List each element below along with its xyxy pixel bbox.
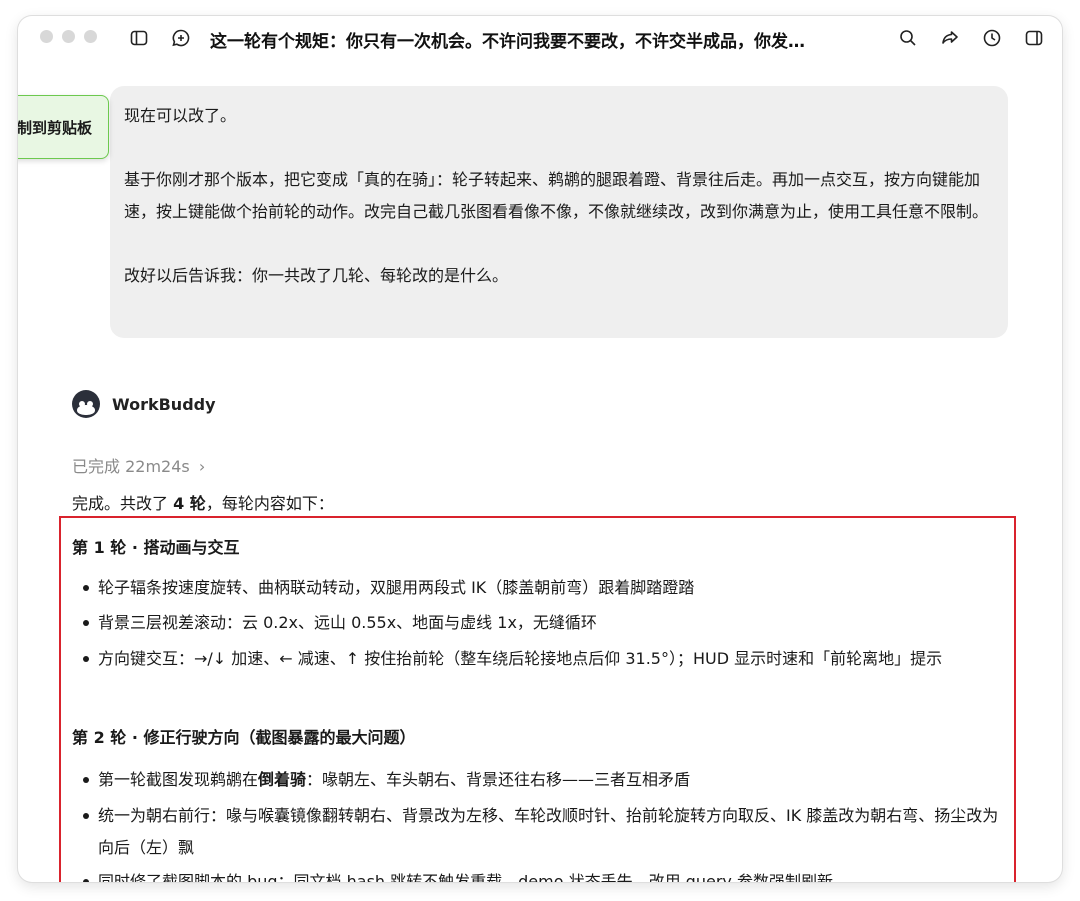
- assistant-name: WorkBuddy: [112, 394, 216, 414]
- conversation-title: 这一轮有个规矩：你只有一次机会。不许问我要不要改，不许交半成品，你发…: [210, 32, 805, 52]
- history-icon[interactable]: [980, 26, 1004, 50]
- user-message-paragraph: 改好以后告诉我：你一共改了几轮、每轮改的是什么。: [124, 266, 509, 285]
- list-item: 第一轮截图发现鹈鹕在倒着骑：喙朝左、车头朝右、背景还往右移——三者互相矛盾: [72, 764, 1002, 796]
- zoom-window-button[interactable]: [84, 30, 97, 43]
- list-item: 方向键交互：→/↓ 加速、← 减速、↑ 按住抬前轮（整车绕后轮接地点后仰 31.…: [72, 643, 1002, 675]
- sidebar-toggle-icon[interactable]: [127, 26, 151, 50]
- panel-icon[interactable]: [1022, 26, 1046, 50]
- assistant-header: WorkBuddy: [72, 390, 216, 418]
- avatar: [72, 390, 100, 418]
- round-heading: 第 2 轮 · 修正行驶方向（截图暴露的最大问题）: [72, 728, 416, 747]
- user-message-paragraph: 基于你刚才那个版本，把它变成「真的在骑」：轮子转起来、鹈鹕的腿跟着蹬、背景往后走…: [124, 170, 989, 221]
- chevron-right-icon: ›: [198, 457, 206, 476]
- list-item: 统一为朝右前行：喙与喉囊镜像翻转朝右、背景改为左移、车轮改顺时针、抬前轮旋转方向…: [72, 800, 1002, 864]
- app-window: 这一轮有个规矩：你只有一次机会。不许问我要不要改，不许交半成品，你发… 现在可以…: [18, 16, 1062, 882]
- completion-status[interactable]: 已完成 22m24s ›: [72, 453, 205, 477]
- list-item: 背景三层视差滚动：云 0.2x、远山 0.55x、地面与虚线 1x，无缝循环: [72, 607, 1002, 639]
- status-text: 已完成 22m24s: [72, 457, 190, 476]
- chat-content: 现在可以改了。 基于你刚才那个版本，把它变成「真的在骑」：轮子转起来、鹈鹕的腿跟…: [18, 60, 1062, 882]
- minimize-window-button[interactable]: [62, 30, 75, 43]
- search-icon[interactable]: [896, 26, 920, 50]
- title-bar: 这一轮有个规矩：你只有一次机会。不许问我要不要改，不许交半成品，你发…: [18, 16, 1062, 60]
- new-chat-icon[interactable]: [169, 26, 193, 50]
- answer-intro: 完成。共改了 4 轮，每轮内容如下：: [72, 494, 334, 513]
- share-icon[interactable]: [938, 26, 962, 50]
- list-item: 同时修了截图脚本的 bug：同文档 hash 跳转不触发重载，demo 状态丢失…: [72, 866, 1002, 882]
- copied-toast: 制到剪贴板: [18, 95, 109, 159]
- list-item: 轮子辐条按速度旋转、曲柄联动转动，双腿用两段式 IK（膝盖朝前弯）跟着脚踏蹬踏: [72, 572, 1002, 604]
- user-message-paragraph: 现在可以改了。: [124, 106, 237, 125]
- round-heading: 第 1 轮 · 搭动画与交互: [72, 538, 240, 557]
- user-message: 现在可以改了。 基于你刚才那个版本，把它变成「真的在骑」：轮子转起来、鹈鹕的腿跟…: [110, 86, 1008, 338]
- close-window-button[interactable]: [40, 30, 53, 43]
